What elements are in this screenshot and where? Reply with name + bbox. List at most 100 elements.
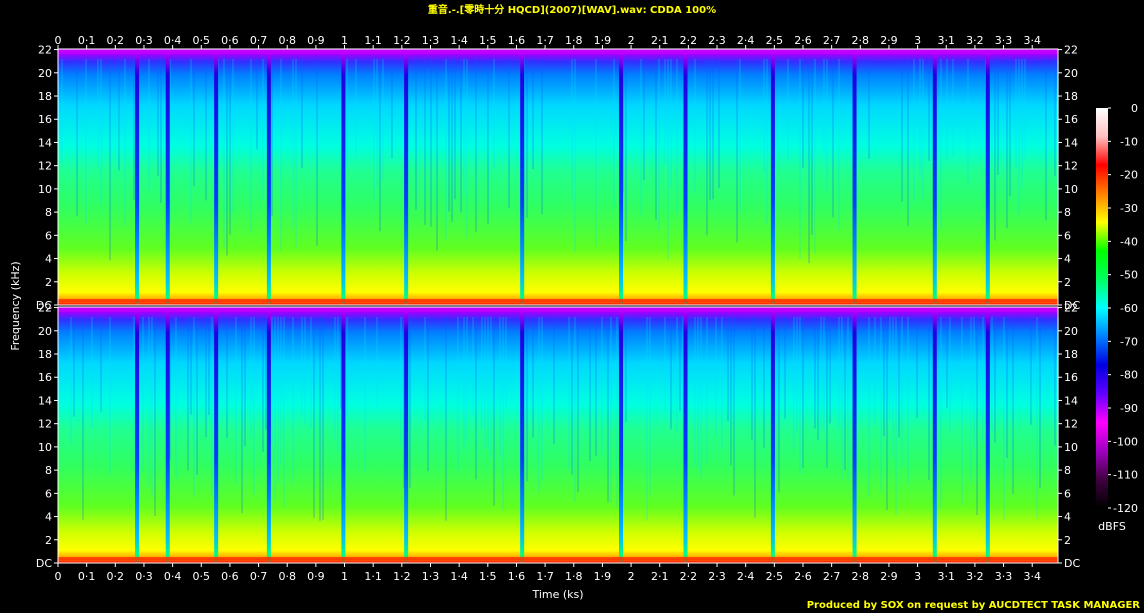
spectrogram-streak	[811, 59, 813, 236]
spectrogram-streak	[460, 59, 462, 213]
spectrogram-streak	[256, 59, 258, 150]
spectrogram-streak	[841, 317, 843, 480]
y-tick-label: 22	[38, 302, 52, 315]
spectrogram-streak	[475, 317, 477, 480]
y-tick-label: 16	[38, 371, 52, 384]
x-tick-label: 0·5	[193, 34, 211, 47]
y-tick-label: 6	[45, 487, 52, 500]
x-tick-label: 2·2	[680, 570, 698, 583]
spectrogram-streak	[700, 317, 702, 477]
x-tick-label: 1·1	[364, 570, 382, 583]
spectrogram-streak	[898, 317, 900, 438]
spectrogram-streak	[61, 59, 63, 162]
spectrogram-streak	[709, 59, 711, 201]
spectrogram-streak	[100, 59, 102, 205]
spectrogram-streak	[730, 317, 732, 466]
x-tick-label: 0·4	[164, 570, 182, 583]
spectrogram-streak	[763, 59, 765, 174]
x-tick-label: 0	[55, 570, 62, 583]
x-tick-label: 3·2	[966, 34, 984, 47]
spectrogram-streak	[316, 59, 318, 246]
footer-credit: Produced by SOX on request by AUCDTECT T…	[806, 600, 1140, 611]
spectrogram-streak	[922, 59, 924, 199]
spectrogram-chart: DC DC2 24 46 68 810 1012 1214 1416 1618 1820 2022 22…	[9, 34, 1138, 601]
spectrogram-streak	[1054, 317, 1056, 446]
spectrogram-streak	[463, 59, 465, 194]
spectrogram-streak	[190, 317, 192, 415]
spectrogram-streak	[1045, 59, 1047, 221]
spectrogram-streak	[241, 317, 243, 514]
x-tick-label: 0·5	[193, 570, 211, 583]
channel-panel	[58, 49, 1059, 305]
spectrogram-streak	[376, 59, 378, 188]
track-boundary	[214, 307, 219, 563]
track-boundary	[852, 307, 857, 563]
spectrogram-streak	[487, 317, 489, 450]
y-tick-label: 14	[38, 394, 52, 407]
y-tick-label: 22	[38, 44, 52, 57]
y-tick-label: 6	[1064, 229, 1071, 242]
colorbar-tick-label: -80	[1120, 369, 1138, 382]
spectrogram-streak	[487, 59, 489, 225]
spectrogram-streak	[640, 59, 642, 217]
spectrogram-streak	[997, 59, 999, 175]
spectrogram-streak	[928, 59, 930, 161]
x-tick-label: 2·6	[794, 34, 812, 47]
spectrogram-streak	[670, 59, 672, 188]
x-tick-label: 0·8	[278, 34, 296, 47]
spectrogram-streak	[1054, 59, 1056, 177]
spectrogram-streak	[802, 59, 804, 168]
track-boundary	[932, 307, 937, 563]
spectrogram-streak	[763, 317, 765, 448]
spectrogram-streak	[568, 317, 570, 469]
y-tick-label: 14	[1064, 136, 1078, 149]
spectrogram-streak	[364, 317, 366, 472]
spectrogram-streak	[541, 59, 543, 215]
y-tick-label: 8	[45, 206, 52, 219]
spectrogram-streak	[355, 59, 357, 159]
spectrogram-streak	[715, 317, 717, 435]
x-tick-label: 2·5	[766, 34, 784, 47]
x-tick-label: 1	[341, 570, 348, 583]
low-frequency-band	[58, 557, 1058, 560]
spectrogram-streak	[820, 317, 822, 431]
spectrogram-streak	[346, 317, 348, 417]
spectrogram-streak	[889, 317, 891, 421]
spectrogram-streak	[211, 317, 213, 496]
spectrogram-streak	[490, 317, 492, 459]
spectrogram-streak	[430, 59, 432, 227]
track-boundary	[135, 49, 140, 305]
spectrogram-streak	[961, 317, 963, 506]
spectrogram-streak	[868, 59, 870, 159]
spectrogram-streak	[187, 317, 189, 471]
spectrogram-streak	[1024, 59, 1026, 160]
y-tick-label: 20	[1064, 325, 1078, 338]
x-tick-label: 1·5	[479, 570, 497, 583]
spectrogram-streak	[451, 59, 453, 222]
y-tick-label: 16	[1064, 371, 1078, 384]
spectrogram-streak	[679, 317, 681, 412]
spectrogram-streak	[265, 317, 267, 430]
spectrogram-streak	[826, 59, 828, 192]
y-tick-label: 10	[1064, 441, 1078, 454]
spectrogram-streak	[616, 317, 618, 509]
y-tick-label: 20	[1064, 67, 1078, 80]
spectrogram-streak	[613, 59, 615, 206]
spectrogram-streak	[595, 59, 597, 247]
x-tick-label: 2	[628, 570, 635, 583]
x-tick-label: 0·3	[135, 34, 153, 47]
y-tick-label: 8	[1064, 464, 1071, 477]
spectrogram-streak	[148, 59, 150, 190]
y-tick-label: 10	[38, 441, 52, 454]
spectrogram-streak	[907, 317, 909, 485]
track-boundary	[619, 49, 624, 305]
y-tick-label: 20	[38, 325, 52, 338]
y-tick-label: 10	[1064, 183, 1078, 196]
y-tick-label: 10	[38, 183, 52, 196]
spectrogram-streak	[82, 317, 84, 520]
x-tick-label: 2·5	[766, 570, 784, 583]
spectrogram-streak	[823, 317, 825, 431]
spectrogram-streak	[712, 59, 714, 200]
spectrogram-streak	[502, 317, 504, 511]
spectrogram-streak	[253, 317, 255, 495]
